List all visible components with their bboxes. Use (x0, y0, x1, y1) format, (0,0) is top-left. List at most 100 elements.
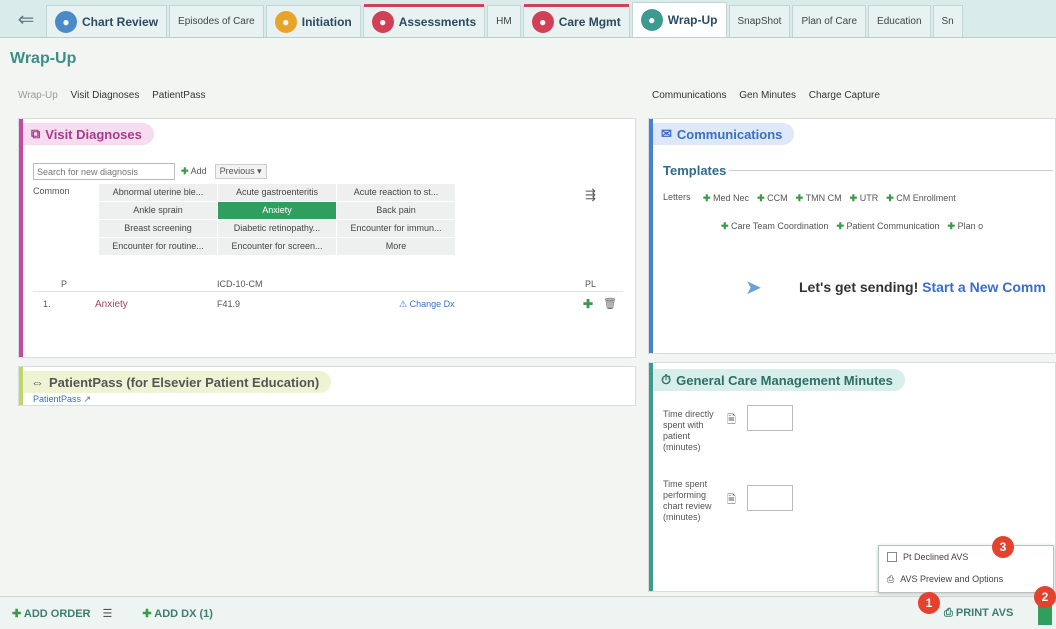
row-number: 1. (43, 299, 51, 309)
tabs: ● Chart Review Episodes of Care ● Initiation… (46, 2, 965, 37)
communications-header: ✉ Communications (653, 123, 795, 145)
callout-badge-1: 1 (918, 592, 940, 614)
col-priority: P (61, 279, 68, 289)
icd-code: F41.9 (217, 299, 241, 309)
letter-template[interactable]: ✚ CM Enrollment (886, 193, 956, 203)
tab-wrap-up[interactable]: ● Wrap-Up (631, 2, 727, 37)
activity-tab-bar: ⇐ ● Chart Review Episodes of Care ● Initiati… (0, 0, 1056, 38)
plus-icon: ✚ (721, 221, 732, 231)
tab-snapshot[interactable]: SnapShot (728, 5, 791, 37)
subnav-patientpass[interactable]: PatientPass (152, 90, 205, 101)
tab-sn[interactable]: Sn (932, 5, 963, 37)
back-arrow-icon[interactable]: ⇐ (6, 4, 46, 34)
common-diagnosis-item[interactable]: Abnormal uterine ble... (99, 184, 217, 201)
common-diagnosis-item[interactable]: More (337, 238, 455, 255)
common-diagnosis-item[interactable]: Diabetic retinopathy... (218, 220, 336, 237)
letters-row-2: ✚ Care Team Coordination ✚ Patient Commun… (721, 220, 991, 232)
care-mgmt-icon: ● (531, 10, 554, 33)
plus-icon: ✚ (757, 193, 768, 203)
pin-icon[interactable]: ⇶ (585, 187, 596, 203)
visit-diagnoses-title: Visit Diagnoses (45, 126, 142, 142)
plus-icon: ✚ (886, 193, 897, 203)
checkbox-icon[interactable] (887, 552, 897, 562)
time-with-patient-input[interactable] (747, 405, 793, 431)
common-diagnosis-item[interactable]: Acute gastroenteritis (218, 184, 336, 201)
plus-icon: ✚ (836, 221, 847, 231)
add-order-button[interactable]: ✚ ADD ORDER (12, 607, 91, 620)
tab-education[interactable]: Education (868, 5, 931, 37)
common-diagnosis-item[interactable]: Encounter for routine... (99, 238, 217, 255)
message-icon: ✉ (661, 126, 672, 141)
pt-declined-avs-option[interactable]: Pt Declined AVS (879, 546, 1053, 568)
common-diagnosis-item[interactable]: Encounter for immun... (337, 220, 455, 237)
assessments-icon: ● (371, 10, 394, 33)
common-diagnosis-item[interactable]: Back pain (337, 202, 455, 219)
letter-template[interactable]: ✚ Patient Communication (836, 221, 939, 231)
tab-chart-review[interactable]: ● Chart Review (46, 5, 168, 37)
common-diagnosis-item[interactable]: Anxiety (218, 202, 336, 219)
note-icon[interactable]: 🗎 (727, 491, 736, 510)
note-icon[interactable]: 🗎 (727, 411, 736, 430)
add-dx-button[interactable]: ✚ ADD DX (1) (142, 607, 213, 620)
chart-review-time-input[interactable] (747, 485, 793, 511)
subnav-wrapup[interactable]: Wrap-Up (18, 90, 58, 101)
tab-hm[interactable]: HM (487, 5, 521, 37)
common-diagnosis-item[interactable]: Breast screening (99, 220, 217, 237)
letter-template[interactable]: ✚ CCM (757, 193, 788, 203)
letter-template[interactable]: ✚ UTR (850, 193, 879, 203)
add-diagnosis-button[interactable]: ✚ Add (181, 166, 207, 177)
letters-label: Letters (663, 192, 691, 202)
letter-template[interactable]: ✚ Plan o (948, 221, 984, 231)
subnav-charge-capture[interactable]: Charge Capture (809, 90, 880, 101)
field-chart-review-label: Time spent performing chart review (minu… (663, 479, 712, 522)
stopwatch-icon: ⏱ (661, 372, 672, 387)
common-label: Common (33, 186, 70, 196)
footer-toolbar: ✚ ADD ORDER ☰ ✚ ADD DX (1) ⎙ PRINT AVS (0, 596, 1056, 629)
print-avs-button[interactable]: ⎙ PRINT AVS (944, 607, 1013, 620)
common-diagnosis-item[interactable]: Ankle sprain (99, 202, 217, 219)
col-icd: ICD-10-CM (217, 279, 263, 289)
tab-episodes-of-care[interactable]: Episodes of Care (169, 5, 264, 37)
patientpass-link[interactable]: PatientPass ↗ (33, 394, 91, 405)
add-to-problem-list-icon[interactable]: ✚ (583, 297, 593, 311)
visit-diagnoses-header: ⧉ Visit Diagnoses (23, 123, 154, 145)
callout-badge-2: 2 (1034, 586, 1056, 608)
subnav-visit-diagnoses[interactable]: Visit Diagnoses (71, 90, 140, 101)
callout-badge-3: 3 (992, 536, 1014, 558)
gen-minutes-header: ⏱ General Care Management Minutes (653, 369, 905, 391)
patientpass-header: ⇔ PatientPass (for Elsevier Patient Educ… (23, 371, 332, 393)
tab-care-mgmt[interactable]: ● Care Mgmt (522, 4, 630, 37)
field-time-with-patient-label: Time directly spent with patient (minute… (663, 409, 714, 452)
chart-review-icon: ● (55, 10, 77, 33)
initiation-icon: ● (274, 10, 297, 33)
print-avs-menu: Pt Declined AVS ⎙ AVS Preview and Option… (878, 545, 1054, 593)
diagnosis-search-input[interactable] (33, 163, 175, 180)
common-diagnosis-item[interactable]: Encounter for screen... (218, 238, 336, 255)
letters-row-1: ✚ Med Nec ✚ CCM ✚ TMN CM ✚ UTR ✚ CM Enrollme… (703, 192, 964, 204)
communications-panel: ✉ Communications Templates Letters ✚ Med… (648, 118, 1056, 354)
gen-minutes-title: General Care Management Minutes (676, 372, 893, 388)
diagnoses-icon: ⧉ (31, 126, 41, 141)
change-dx-link[interactable]: ⚠ Change Dx (399, 299, 455, 310)
subnav-gen-minutes[interactable]: Gen Minutes (739, 90, 796, 101)
wrap-up-icon: ● (640, 9, 663, 31)
subnav-communications[interactable]: Communications (652, 90, 726, 101)
tab-plan-of-care[interactable]: Plan of Care (792, 5, 867, 37)
common-diagnosis-item[interactable]: Acute reaction to st... (337, 184, 455, 201)
letter-template[interactable]: ✚ Care Team Coordination (721, 221, 828, 231)
letter-template[interactable]: ✚ Med Nec (703, 193, 749, 203)
tab-assessments[interactable]: ● Assessments (362, 4, 486, 37)
link-icon: ⇔ (31, 374, 44, 390)
order-list-icon[interactable]: ☰ (103, 607, 113, 620)
chevron-down-icon: ▾ (257, 166, 262, 176)
letter-template[interactable]: ✚ TMN CM (796, 193, 842, 203)
tab-initiation[interactable]: ● Initiation (265, 5, 361, 37)
common-diagnoses-grid: Abnormal uterine ble... Acute gastroenter… (99, 184, 455, 255)
trash-icon[interactable]: 🗑 (603, 297, 617, 310)
avs-preview-option[interactable]: ⎙ AVS Preview and Options (879, 568, 1053, 590)
start-new-communication-link[interactable]: Start a New Comm (922, 279, 1046, 295)
previous-dropdown[interactable]: Previous ▾ (214, 164, 267, 179)
plus-icon: ✚ (795, 193, 806, 203)
diagnosis-name[interactable]: Anxiety (95, 299, 128, 310)
page-title: Wrap-Up (10, 50, 77, 67)
